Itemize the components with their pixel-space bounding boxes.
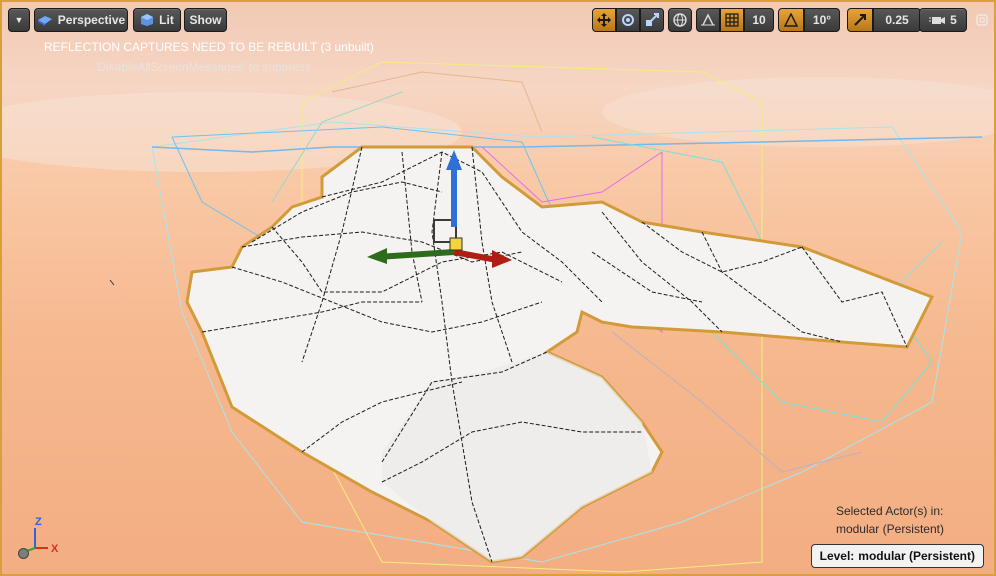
scale-snap-value-dropdown[interactable]: 0.25 xyxy=(873,8,921,32)
maximize-viewport-button[interactable] xyxy=(974,12,990,28)
reflection-captures-warning: REFLECTION CAPTURES NEED TO BE REBUILT (… xyxy=(44,40,374,54)
surface-snap-button[interactable] xyxy=(696,8,720,32)
rotate-tool-button[interactable] xyxy=(616,8,640,32)
axis-x-label: X xyxy=(51,543,59,555)
camera-speed-icon xyxy=(929,17,946,24)
rotation-snap-group: 10° xyxy=(778,8,840,32)
angle-icon xyxy=(784,13,798,27)
lit-label: Lit xyxy=(159,13,174,27)
lit-cube-icon xyxy=(141,14,154,26)
grid-snap-toggle[interactable] xyxy=(720,8,744,32)
perspective-button[interactable]: Perspective xyxy=(34,8,128,32)
viewport-menu-caret: ▼ xyxy=(14,15,24,25)
scale-snap-value: 0.25 xyxy=(885,13,909,27)
selected-actor-info: Selected Actor(s) in: modular (Persisten… xyxy=(836,502,944,538)
scale-snap-toggle[interactable] xyxy=(847,8,873,32)
surface-snap-icon xyxy=(701,13,715,26)
level-value: modular (Persistent) xyxy=(858,549,975,563)
grid-snap-value-dropdown[interactable]: 10 xyxy=(744,8,774,32)
grid-snap-value: 10 xyxy=(752,13,766,27)
transform-tools-group xyxy=(592,8,664,32)
suppress-messages-hint: 'DisableAllScreenMessages' to suppress xyxy=(95,60,312,74)
world-local-toggle[interactable] xyxy=(668,8,692,32)
maximize-icon xyxy=(976,14,988,26)
scale-snap-group: 0.25 xyxy=(847,8,921,32)
current-level-indicator: Level: modular (Persistent) xyxy=(810,544,984,568)
rotate-icon xyxy=(622,14,634,26)
selected-actor-line2: modular (Persistent) xyxy=(835,522,944,536)
axis-z-label: Z xyxy=(35,516,42,528)
translate-tool-button[interactable] xyxy=(592,8,616,32)
viewport-options-button[interactable]: ▼ xyxy=(8,8,30,32)
perspective-cube-icon xyxy=(37,16,52,26)
rotation-snap-value-dropdown[interactable]: 10° xyxy=(804,8,840,32)
camera-speed-value: 5 xyxy=(950,13,957,27)
grid-icon xyxy=(725,13,739,27)
grid-snap-group: 10 xyxy=(696,8,774,32)
camera-speed-button[interactable]: 5 xyxy=(919,8,967,32)
translate-icon xyxy=(597,13,611,27)
world-local-icon xyxy=(673,13,687,27)
axis-origin-icon xyxy=(18,548,29,559)
rotation-snap-value: 10° xyxy=(812,13,832,27)
scale-snap-icon xyxy=(854,14,866,26)
level-viewport[interactable]: ▼ Perspective Lit Show 10 10° 0.25 5 REF… xyxy=(0,0,996,576)
show-label: Show xyxy=(189,13,222,27)
scale-icon xyxy=(646,13,659,26)
scene-wireframe xyxy=(2,61,994,573)
selected-actor-line1: Selected Actor(s) in: xyxy=(835,504,944,518)
scale-tool-button[interactable] xyxy=(640,8,664,32)
view-mode-lit-button[interactable]: Lit xyxy=(133,8,181,32)
rotation-snap-toggle[interactable] xyxy=(778,8,804,32)
perspective-label: Perspective xyxy=(57,13,126,27)
show-button[interactable]: Show xyxy=(184,8,227,32)
level-label: Level: xyxy=(819,549,855,563)
